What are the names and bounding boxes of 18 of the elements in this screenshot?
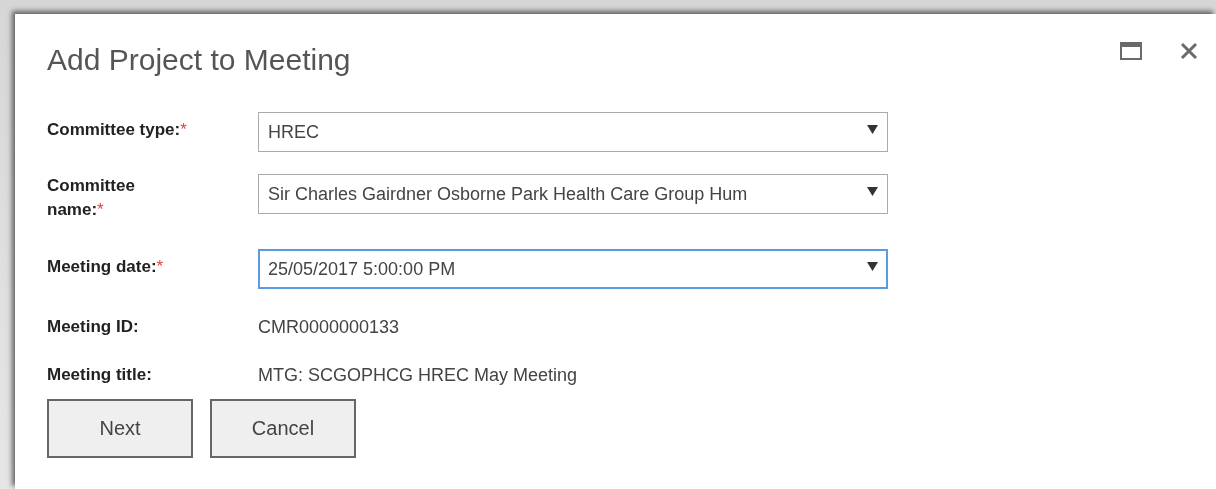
field-value: MTG: SCGOPHCG HREC May Meeting [258, 364, 578, 387]
field-label: Committee name:* [47, 175, 136, 221]
cancel-button[interactable]: Cancel [210, 399, 356, 458]
caret-icon [867, 261, 878, 271]
maximize-icon[interactable] [1120, 42, 1142, 60]
close-icon[interactable] [1180, 42, 1198, 60]
caret-icon [867, 186, 878, 196]
field-label: Committee type:* [47, 119, 188, 141]
dropdown-field[interactable]: 25/05/2017 5:00:00 PM [258, 249, 888, 289]
dropdown-field[interactable]: Sir Charles Gairdner Osborne Park Health Care Group Hum [258, 174, 888, 214]
caret-icon [867, 124, 878, 134]
field-label: Meeting ID: [47, 316, 140, 338]
dropdown-field[interactable]: HREC [258, 112, 888, 152]
field-value: CMR0000000133 [258, 316, 400, 339]
field-label: Meeting title: [47, 364, 153, 386]
dialog-title: Add Project to Meeting [47, 42, 351, 78]
next-button[interactable]: Next [47, 399, 193, 458]
field-label: Meeting date:* [47, 256, 165, 278]
